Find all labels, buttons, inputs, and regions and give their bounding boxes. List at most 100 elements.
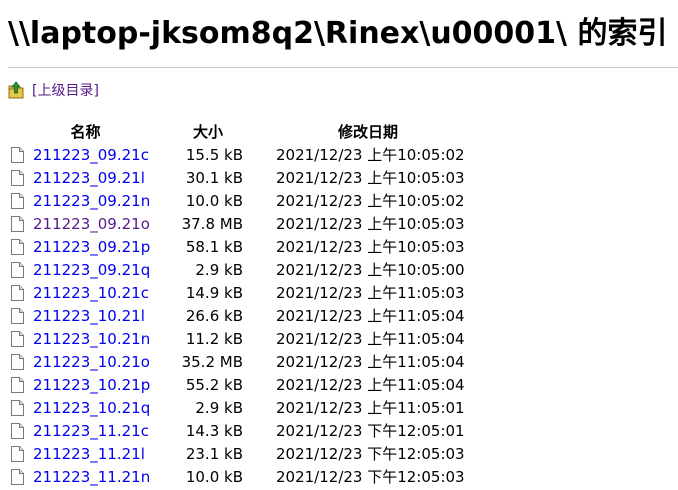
column-header-size[interactable]: 大小	[163, 120, 253, 143]
file-link[interactable]: 211223_10.21c	[33, 284, 149, 302]
file-name-wrapper: 211223_11.21n	[8, 468, 163, 486]
file-size-cell: 26.6 kB	[163, 304, 253, 327]
file-icon	[11, 146, 24, 163]
file-name-cell: 211223_09.21c	[8, 143, 163, 166]
table-row: 211223_11.21l 23.1 kB 2021/12/23 下午12:05:0…	[8, 442, 483, 465]
file-icon	[11, 422, 24, 439]
file-size-cell: 23.1 kB	[163, 442, 253, 465]
title-divider	[8, 67, 678, 68]
file-size-cell: 37.8 MB	[163, 212, 253, 235]
file-icon	[11, 261, 24, 278]
file-modified-date: 2021/12/23 上午10:05:02	[276, 146, 465, 164]
file-name-cell: 211223_09.21o	[8, 212, 163, 235]
file-modified-date: 2021/12/23 上午10:05:02	[276, 192, 465, 210]
file-link[interactable]: 211223_09.21q	[33, 261, 150, 279]
file-name-wrapper: 211223_11.21c	[8, 422, 163, 440]
file-link[interactable]: 211223_11.21l	[33, 445, 145, 463]
column-header-name[interactable]: 名称	[8, 120, 163, 143]
table-row: 211223_09.21l 30.1 kB 2021/12/23 上午10:05:0…	[8, 166, 483, 189]
parent-directory-row: [上级目录]	[8, 78, 99, 102]
file-modified-cell: 2021/12/23 上午10:05:02	[253, 143, 483, 166]
file-link[interactable]: 211223_09.21n	[33, 192, 150, 210]
file-modified-cell: 2021/12/23 上午10:05:00	[253, 258, 483, 281]
file-size-cell: 11.2 kB	[163, 327, 253, 350]
file-modified-cell: 2021/12/23 上午11:05:04	[253, 373, 483, 396]
file-link[interactable]: 211223_11.21c	[33, 422, 149, 440]
file-name-wrapper: 211223_10.21o	[8, 353, 163, 371]
file-icon	[11, 169, 24, 186]
file-modified-date: 2021/12/23 下午12:05:01	[276, 422, 465, 440]
file-name-wrapper: 211223_10.21c	[8, 284, 163, 302]
file-modified-cell: 2021/12/23 下午12:05:03	[253, 442, 483, 465]
file-listing-table: 名称 大小 修改日期 211223_09.21c 15.5 kB 2021/12/2…	[8, 120, 483, 488]
file-size: 11.2 kB	[185, 329, 243, 348]
file-size-cell: 14.3 kB	[163, 419, 253, 442]
file-size-cell: 10.0 kB	[163, 189, 253, 212]
table-row: 211223_10.21p 55.2 kB 2021/12/23 上午11:05:0…	[8, 373, 483, 396]
file-size: 37.8 MB	[181, 214, 243, 233]
file-name-cell: 211223_09.21l	[8, 166, 163, 189]
file-size: 2.9 kB	[195, 398, 243, 417]
file-name-cell: 211223_09.21p	[8, 235, 163, 258]
file-modified-cell: 2021/12/23 上午11:05:01	[253, 396, 483, 419]
file-name-cell: 211223_10.21l	[8, 304, 163, 327]
file-name-wrapper: 211223_09.21c	[8, 146, 163, 164]
table-row: 211223_11.21n 10.0 kB 2021/12/23 下午12:05:0…	[8, 465, 483, 488]
file-link[interactable]: 211223_10.21q	[33, 399, 150, 417]
file-modified-date: 2021/12/23 上午10:05:00	[276, 261, 465, 279]
file-size: 35.2 MB	[181, 352, 243, 371]
file-link[interactable]: 211223_11.21n	[33, 468, 150, 486]
file-name-wrapper: 211223_09.21n	[8, 192, 163, 210]
file-size-cell: 30.1 kB	[163, 166, 253, 189]
file-icon	[11, 307, 24, 324]
file-name-cell: 211223_09.21q	[8, 258, 163, 281]
file-size: 15.5 kB	[185, 145, 243, 164]
file-link[interactable]: 211223_10.21n	[33, 330, 150, 348]
file-size-cell: 58.1 kB	[163, 235, 253, 258]
page-title: \\laptop-jksom8q2\Rinex\u00001\ 的索引	[8, 16, 668, 51]
file-icon	[11, 192, 24, 209]
file-size: 14.9 kB	[185, 283, 243, 302]
file-icon	[11, 399, 24, 416]
file-size-cell: 2.9 kB	[163, 258, 253, 281]
file-link[interactable]: 211223_10.21o	[33, 353, 150, 371]
file-size: 26.6 kB	[185, 306, 243, 325]
table-header-row: 名称 大小 修改日期	[8, 120, 483, 143]
file-size: 30.1 kB	[185, 168, 243, 187]
table-row: 211223_10.21n 11.2 kB 2021/12/23 上午11:05:0…	[8, 327, 483, 350]
file-link[interactable]: 211223_09.21c	[33, 146, 149, 164]
file-name-cell: 211223_10.21q	[8, 396, 163, 419]
file-modified-cell: 2021/12/23 上午10:05:03	[253, 235, 483, 258]
file-name-wrapper: 211223_10.21q	[8, 399, 163, 417]
file-link[interactable]: 211223_10.21l	[33, 307, 145, 325]
file-name-cell: 211223_10.21o	[8, 350, 163, 373]
file-name-wrapper: 211223_09.21l	[8, 169, 163, 187]
table-row: 211223_09.21c 15.5 kB 2021/12/23 上午10:05:0…	[8, 143, 483, 166]
column-header-modified[interactable]: 修改日期	[253, 120, 483, 143]
file-link[interactable]: 211223_09.21o	[33, 215, 150, 233]
file-modified-date: 2021/12/23 上午10:05:03	[276, 215, 465, 233]
file-icon	[11, 238, 24, 255]
file-modified-cell: 2021/12/23 下午12:05:01	[253, 419, 483, 442]
file-modified-date: 2021/12/23 上午11:05:04	[276, 307, 465, 325]
table-row: 211223_09.21q 2.9 kB 2021/12/23 上午10:05:00	[8, 258, 483, 281]
file-modified-cell: 2021/12/23 上午11:05:04	[253, 327, 483, 350]
table-row: 211223_11.21c 14.3 kB 2021/12/23 下午12:05:0…	[8, 419, 483, 442]
file-modified-cell: 2021/12/23 上午10:05:02	[253, 189, 483, 212]
file-modified-date: 2021/12/23 下午12:05:03	[276, 468, 465, 486]
file-modified-date: 2021/12/23 上午11:05:04	[276, 330, 465, 348]
file-link[interactable]: 211223_10.21p	[33, 376, 150, 394]
file-link[interactable]: 211223_09.21p	[33, 238, 150, 256]
file-modified-cell: 2021/12/23 上午11:05:03	[253, 281, 483, 304]
file-modified-cell: 2021/12/23 上午11:05:04	[253, 304, 483, 327]
file-modified-date: 2021/12/23 上午11:05:01	[276, 399, 465, 417]
file-modified-cell: 2021/12/23 上午11:05:04	[253, 350, 483, 373]
file-modified-date: 2021/12/23 下午12:05:03	[276, 445, 465, 463]
file-name-wrapper: 211223_09.21o	[8, 215, 163, 233]
folder-up-icon[interactable]	[8, 81, 24, 99]
parent-directory-link[interactable]: [上级目录]	[32, 80, 99, 100]
table-row: 211223_09.21p 58.1 kB 2021/12/23 上午10:05:0…	[8, 235, 483, 258]
file-link[interactable]: 211223_09.21l	[33, 169, 145, 187]
file-modified-cell: 2021/12/23 下午12:05:03	[253, 465, 483, 488]
file-modified-date: 2021/12/23 上午11:05:04	[276, 376, 465, 394]
